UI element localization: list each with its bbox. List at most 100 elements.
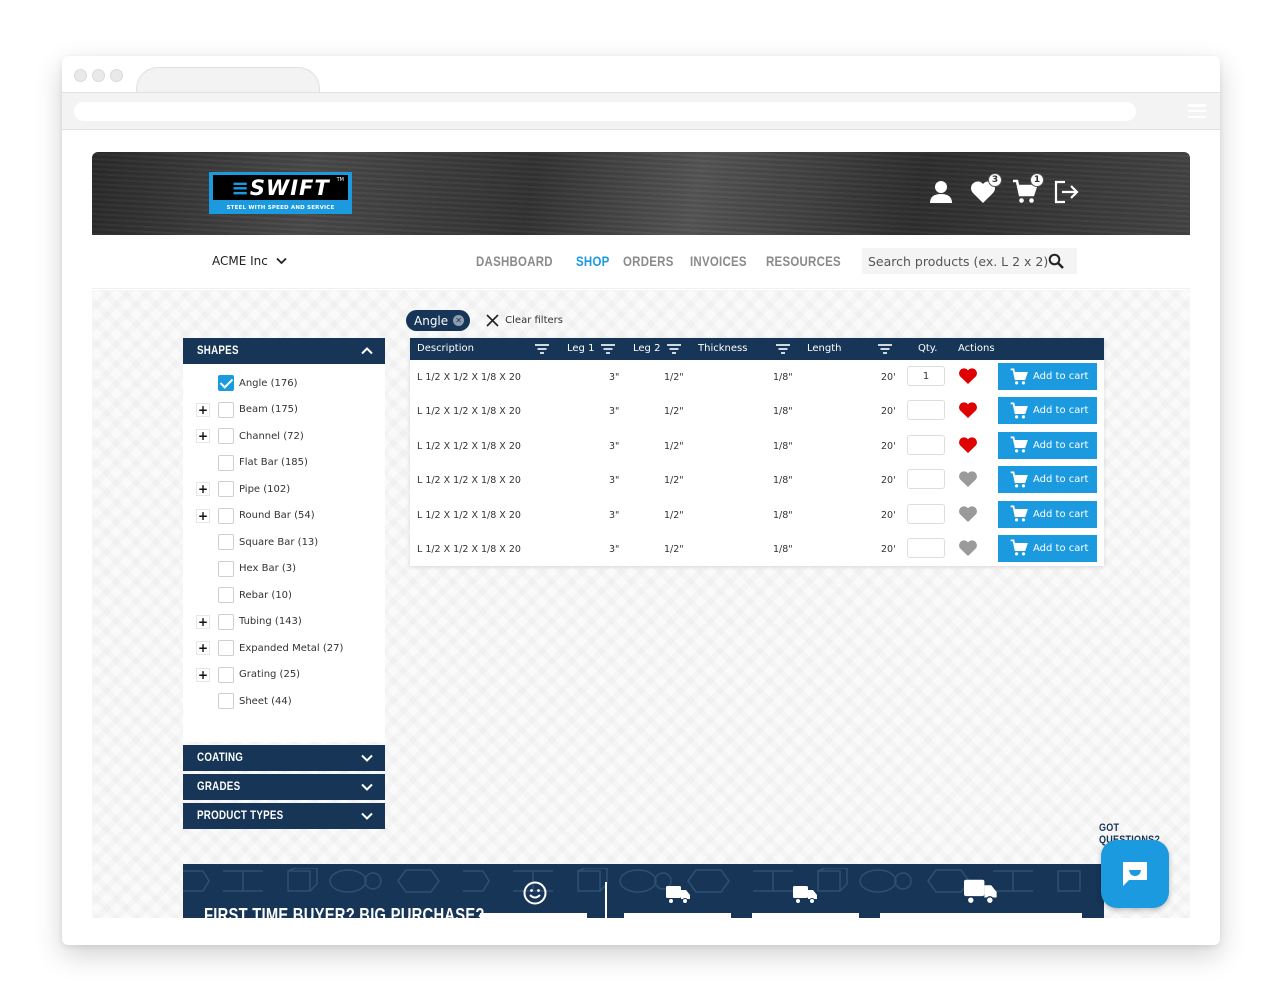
search-icon[interactable]	[1048, 253, 1064, 269]
add-to-cart-button[interactable]: Add to cart	[998, 466, 1097, 494]
favorite-heart-icon[interactable]	[958, 436, 978, 454]
banner-card[interactable]	[752, 913, 859, 918]
qty-input[interactable]	[907, 434, 945, 455]
shape-filter-item[interactable]: Hex Bar (3)	[183, 556, 385, 583]
add-to-cart-button[interactable]: Add to cart	[998, 500, 1097, 528]
shape-filter-item[interactable]: Angle (176)	[183, 370, 385, 397]
panel-header-product-types[interactable]: PRODUCT TYPES	[183, 803, 385, 829]
shape-checkbox[interactable]	[218, 666, 234, 683]
add-to-cart-button[interactable]: Add to cart	[998, 363, 1097, 390]
clear-filters-button[interactable]: Clear filters	[486, 314, 563, 327]
qty-input[interactable]	[907, 400, 945, 421]
panel-header-grades[interactable]: GRADES	[183, 774, 385, 800]
column-leg2[interactable]: Leg 2	[633, 343, 660, 354]
shape-label: Grating (25)	[239, 669, 301, 681]
logout-icon[interactable]	[1054, 178, 1080, 206]
favorite-heart-icon[interactable]	[958, 505, 978, 523]
company-selector[interactable]: ACME Inc	[212, 254, 287, 268]
shape-checkbox[interactable]	[218, 375, 234, 392]
user-icon[interactable]	[928, 178, 954, 206]
nav-invoices[interactable]: INVOICES	[690, 253, 747, 269]
cell-length: 20'	[881, 372, 896, 383]
banner-card[interactable]	[880, 913, 1082, 918]
filter-chip-angle[interactable]: Angle ✕	[406, 310, 471, 331]
nav-resources[interactable]: RESOURCES	[766, 253, 841, 269]
expand-icon[interactable]: +	[196, 508, 210, 523]
shape-checkbox[interactable]	[218, 454, 234, 471]
chat-button[interactable]	[1101, 840, 1169, 908]
maximize-window-button[interactable]	[110, 69, 123, 82]
chevron-up-icon	[361, 347, 373, 355]
cell-leg1: 3"	[609, 509, 620, 521]
filter-icon[interactable]	[535, 343, 549, 354]
search-input[interactable]	[868, 253, 1048, 269]
favorite-heart-icon[interactable]	[958, 367, 978, 385]
shape-checkbox[interactable]	[218, 481, 234, 498]
banner-card[interactable]	[624, 913, 731, 918]
shape-label: Tubing (143)	[239, 616, 302, 628]
qty-input[interactable]	[907, 537, 945, 558]
shape-checkbox[interactable]	[218, 428, 234, 445]
nav-dashboard[interactable]: DASHBOARD	[476, 253, 553, 269]
shape-filter-item[interactable]: + Pipe (102)	[183, 476, 385, 503]
shape-filter-item[interactable]: + Beam (175)	[183, 397, 385, 424]
banner-card[interactable]	[480, 913, 587, 918]
filter-icon[interactable]	[776, 343, 790, 354]
cart-icon	[1010, 436, 1028, 453]
shape-checkbox[interactable]	[218, 640, 234, 657]
column-thickness[interactable]: Thickness	[698, 343, 747, 354]
favorite-heart-icon[interactable]	[958, 401, 978, 419]
shape-checkbox[interactable]	[218, 507, 234, 524]
shape-filter-item[interactable]: Sheet (44)	[183, 688, 385, 715]
shapes-panel-header[interactable]: SHAPES	[183, 338, 385, 364]
wishlist-icon[interactable]: 3	[970, 173, 1002, 206]
shape-checkbox[interactable]	[218, 613, 234, 630]
shape-label: Hex Bar (3)	[239, 563, 297, 575]
shape-filter-item[interactable]: + Channel (72)	[183, 423, 385, 450]
minimize-window-button[interactable]	[92, 69, 105, 82]
cart-icon[interactable]: 1	[1012, 173, 1044, 206]
shape-filter-item[interactable]: + Expanded Metal (27)	[183, 635, 385, 662]
column-leg1[interactable]: Leg 1	[567, 343, 594, 354]
filter-icon[interactable]	[667, 343, 681, 354]
table-header: Description Leg 1 Leg 2 Thickness Length…	[410, 338, 1104, 360]
expand-icon[interactable]: +	[196, 482, 210, 497]
panel-header-coating[interactable]: COATING	[183, 745, 385, 771]
favorite-heart-icon[interactable]	[958, 470, 978, 488]
column-length[interactable]: Length	[807, 343, 842, 354]
browser-tab[interactable]	[136, 67, 320, 94]
filter-icon[interactable]	[878, 343, 892, 354]
column-description[interactable]: Description	[417, 343, 474, 354]
qty-input[interactable]	[907, 366, 945, 386]
shape-filter-item[interactable]: Rebar (10)	[183, 582, 385, 609]
close-window-button[interactable]	[74, 69, 87, 82]
nav-orders[interactable]: ORDERS	[623, 253, 674, 269]
expand-icon[interactable]: +	[196, 641, 210, 656]
remove-filter-icon[interactable]: ✕	[453, 315, 465, 326]
shape-checkbox[interactable]	[218, 401, 234, 418]
shape-checkbox[interactable]	[218, 560, 234, 577]
address-bar[interactable]	[74, 102, 1136, 121]
add-to-cart-button[interactable]: Add to cart	[998, 534, 1097, 562]
favorite-heart-icon[interactable]	[958, 539, 978, 557]
expand-icon[interactable]: +	[196, 614, 210, 629]
qty-input[interactable]	[907, 469, 945, 490]
nav-shop[interactable]: SHOP	[576, 253, 610, 269]
browser-menu-icon[interactable]	[1188, 104, 1206, 118]
add-to-cart-button[interactable]: Add to cart	[998, 397, 1097, 425]
shape-checkbox[interactable]	[218, 587, 234, 604]
shape-filter-item[interactable]: Flat Bar (185)	[183, 450, 385, 477]
expand-icon[interactable]: +	[196, 402, 210, 417]
shape-filter-item[interactable]: + Grating (25)	[183, 662, 385, 689]
add-to-cart-button[interactable]: Add to cart	[998, 431, 1097, 459]
shape-filter-item[interactable]: + Round Bar (54)	[183, 503, 385, 530]
shape-checkbox[interactable]	[218, 693, 234, 710]
shape-filter-item[interactable]: Square Bar (13)	[183, 529, 385, 556]
expand-icon[interactable]: +	[196, 429, 210, 444]
qty-input[interactable]	[907, 503, 945, 524]
filter-icon[interactable]	[601, 343, 615, 354]
expand-icon[interactable]: +	[196, 667, 210, 682]
shape-filter-item[interactable]: + Tubing (143)	[183, 609, 385, 636]
logo[interactable]: ≡SWIFT TM STEEL WITH SPEED AND SERVICE	[209, 172, 352, 214]
shape-checkbox[interactable]	[218, 534, 234, 551]
